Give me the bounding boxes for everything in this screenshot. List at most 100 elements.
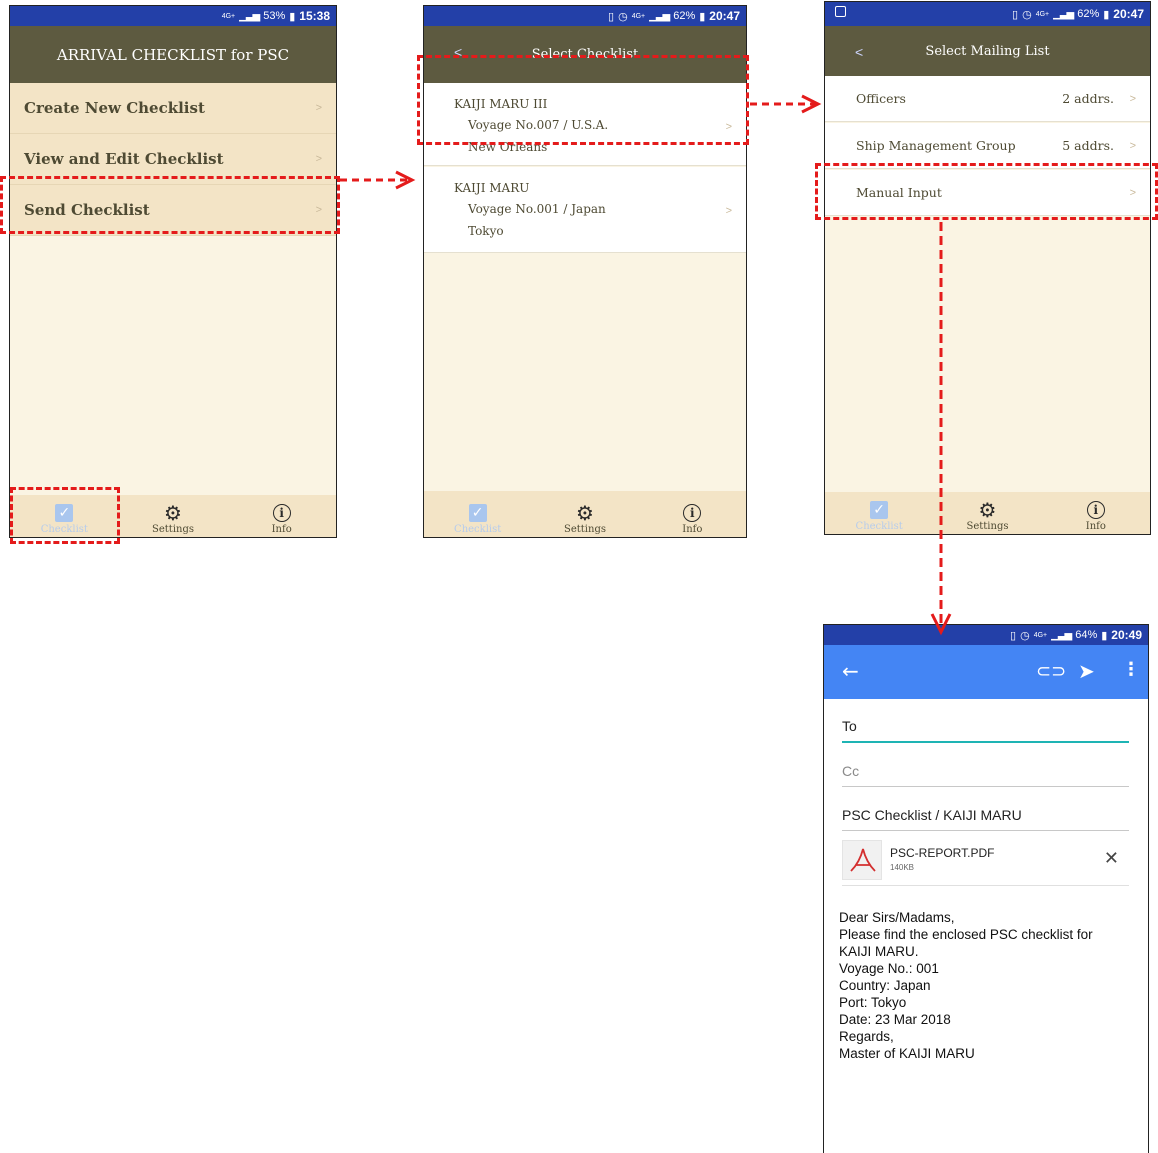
cc-label: Cc [842, 763, 860, 779]
network-type: 4G+ [221, 12, 236, 20]
page-title: Select Mailing List [925, 43, 1050, 59]
chevron-right-icon: > [1129, 139, 1136, 152]
tab-settings[interactable]: ⚙ Settings [119, 495, 228, 537]
tab-settings[interactable]: ⚙ Settings [531, 491, 638, 537]
battery-level: 64% [1075, 629, 1098, 641]
tab-label: Settings [564, 524, 606, 535]
tab-label: Info [1085, 521, 1106, 532]
chevron-right-icon: > [1129, 92, 1136, 105]
highlight-send-checklist [0, 176, 340, 234]
tab-checklist[interactable]: ✓ Checklist [424, 491, 531, 537]
alarm-icon: ◷ [1020, 629, 1030, 642]
info-icon: i [272, 504, 291, 522]
battery-icon: ▮ [1101, 629, 1108, 642]
status-bar: ▯ ◷ 4G+ ▁▃▅ 64% ▮ 20:49 [824, 625, 1148, 645]
gear-icon: ⚙ [164, 501, 182, 525]
back-button[interactable]: < [855, 44, 863, 60]
body-line: Country: Japan [839, 978, 931, 993]
attachment-name: PSC-REPORT.PDF [890, 846, 995, 860]
attachment-chip[interactable]: PSC-REPORT.PDF 140KB ✕ [842, 838, 1129, 886]
address-count: 5 addrs. [1062, 138, 1114, 153]
app-title: ARRIVAL CHECKLIST for PSC [10, 26, 336, 83]
screen-select-mailing-list: ▯ ◷ 4G+ ▁▃▅ 62% ▮ 20:47 < Select Mailing… [824, 1, 1151, 535]
chevron-right-icon: > [315, 102, 322, 114]
battery-icon: ▮ [289, 10, 296, 23]
menu-label: Create New Checklist [24, 99, 205, 117]
highlight-checklist-item [417, 55, 749, 145]
close-icon[interactable]: ✕ [1104, 848, 1119, 869]
back-arrow-icon[interactable]: ← [842, 659, 859, 683]
subject-text: PSC Checklist / KAIJI MARU [842, 807, 1022, 823]
chevron-right-icon: > [725, 205, 732, 217]
mailing-list-officers[interactable]: Officers 2 addrs. > [825, 76, 1150, 122]
checklist-item[interactable]: KAIJI MARU Voyage No.001 / Japan Tokyo > [424, 167, 746, 253]
pdf-icon [842, 840, 882, 880]
attach-icon[interactable]: ⊂⊃ [1036, 661, 1066, 682]
alarm-icon: ◷ [1022, 8, 1032, 21]
ship-name: KAIJI MARU [454, 181, 530, 195]
screen-email-compose: ▯ ◷ 4G+ ▁▃▅ 64% ▮ 20:49 ← ⊂⊃ ➤ ⋮ To Cc P… [823, 624, 1149, 1153]
network-type: 4G+ [1035, 10, 1050, 18]
screen-home: 4G+ ▁▃▅ 53% ▮ 15:38 ARRIVAL CHECKLIST fo… [9, 5, 337, 538]
body-line: Regards, [839, 1029, 894, 1044]
flow-arrow-3 [930, 222, 952, 636]
flow-arrow-1 [340, 170, 416, 190]
list-label: Ship Management Group [856, 138, 1016, 153]
info-icon: i [683, 504, 702, 522]
body-line: Master of KAIJI MARU [839, 1046, 975, 1061]
tab-info[interactable]: i Info [1042, 492, 1150, 534]
menu-label: View and Edit Checklist [24, 150, 224, 168]
tab-info[interactable]: i Info [639, 491, 746, 537]
email-body[interactable]: Dear Sirs/Madams, Please find the enclos… [839, 909, 1139, 1062]
clock: 15:38 [299, 9, 330, 23]
tab-label: Info [682, 524, 703, 535]
body-line: Dear Sirs/Madams, [839, 910, 955, 925]
vibrate-icon: ▯ [1012, 8, 1019, 21]
cc-field[interactable]: Cc [842, 763, 1129, 787]
battery-level: 53% [263, 10, 286, 22]
tab-bar: ✓ Checklist ⚙ Settings i Info [424, 491, 746, 537]
network-type: 4G+ [1033, 631, 1048, 639]
tab-info[interactable]: i Info [227, 495, 336, 537]
chevron-right-icon: > [315, 153, 322, 165]
gear-icon: ⚙ [576, 501, 594, 525]
send-icon[interactable]: ➤ [1078, 659, 1095, 683]
tab-checklist[interactable]: ✓ Checklist [825, 492, 933, 534]
signal-icon: ▁▃▅ [649, 10, 670, 22]
battery-icon: ▮ [699, 10, 706, 23]
tab-bar: ✓ Checklist ⚙ Settings i Info [825, 492, 1150, 534]
body-line: Port: Tokyo [839, 995, 907, 1010]
status-bar: ▯ ◷ 4G+ ▁▃▅ 62% ▮ 20:47 [825, 2, 1150, 26]
vibrate-icon: ▯ [1010, 629, 1017, 642]
port-name: Tokyo [468, 224, 504, 238]
info-icon: i [1086, 501, 1105, 519]
gear-icon: ⚙ [978, 498, 997, 522]
mail-toolbar: ← ⊂⊃ ➤ ⋮ [824, 645, 1148, 699]
clock: 20:49 [1111, 628, 1142, 642]
tab-label: Checklist [454, 524, 502, 535]
to-label: To [842, 718, 857, 734]
battery-level: 62% [673, 10, 696, 22]
image-icon [835, 6, 846, 17]
checkbox-icon: ✓ [468, 504, 487, 522]
more-vert-icon[interactable]: ⋮ [1122, 659, 1140, 680]
subject-field[interactable]: PSC Checklist / KAIJI MARU [842, 807, 1129, 831]
create-new-checklist-item[interactable]: Create New Checklist > [10, 83, 336, 134]
tab-label: Settings [152, 524, 194, 535]
status-bar: ▯ ◷ 4G+ ▁▃▅ 62% ▮ 20:47 [424, 6, 746, 26]
voyage-info: Voyage No.001 / Japan [468, 202, 606, 216]
attachment-size: 140KB [890, 863, 915, 872]
app-bar: < Select Mailing List [825, 26, 1150, 76]
clock: 20:47 [709, 9, 740, 23]
vibrate-icon: ▯ [608, 10, 615, 23]
address-count: 2 addrs. [1062, 91, 1114, 106]
body-line: KAIJI MARU. [839, 944, 919, 959]
battery-icon: ▮ [1103, 8, 1110, 21]
to-field[interactable]: To [842, 718, 1129, 743]
network-type: 4G+ [631, 12, 646, 20]
highlight-checklist-tab [10, 487, 120, 544]
signal-icon: ▁▃▅ [1051, 629, 1072, 641]
body-line: Voyage No.: 001 [839, 961, 939, 976]
alarm-icon: ◷ [618, 10, 628, 23]
tab-label: Checklist [855, 521, 903, 532]
